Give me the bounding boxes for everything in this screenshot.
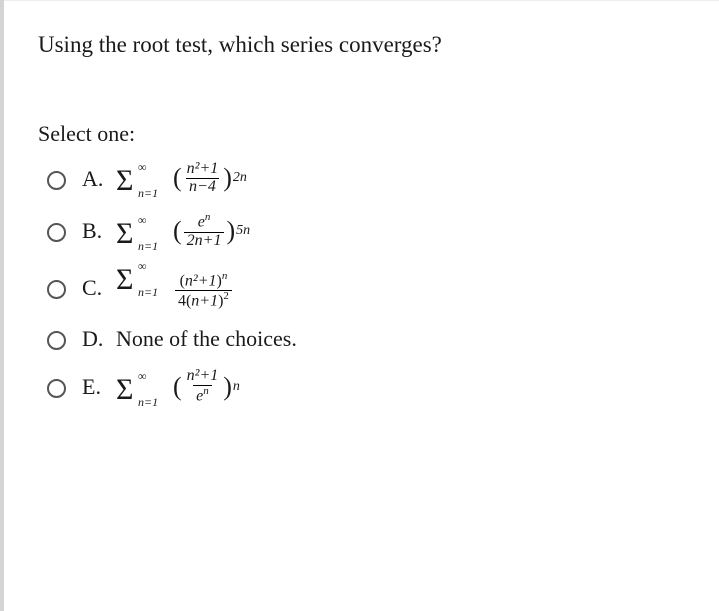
option-b-expression: Σ ∞ n=1 ( en 2n+1 ) 5n — [116, 212, 250, 249]
lparen: ( — [173, 374, 182, 400]
sigma-icon: Σ — [116, 265, 135, 295]
option-a-expression: Σ ∞ n=1 ( n²+1 n−4 ) 2n — [116, 161, 247, 196]
sigma-icon: Σ — [116, 166, 135, 196]
fraction: n²+1 en — [184, 368, 222, 405]
option-d[interactable]: D. None of the choices. — [42, 326, 685, 352]
sum-lower: n=1 — [138, 395, 158, 410]
rparen: ) — [223, 165, 232, 191]
exponent: n — [233, 379, 240, 395]
sigma-icon: Σ — [116, 219, 135, 249]
radio-b[interactable] — [47, 223, 66, 242]
sum-upper: ∞ — [138, 160, 147, 175]
option-b[interactable]: B. Σ ∞ n=1 ( en 2n+1 ) 5n — [42, 212, 685, 249]
option-a[interactable]: A. Σ ∞ n=1 ( n²+1 n−4 ) 2n — [42, 161, 685, 196]
option-c-letter: C. — [82, 275, 116, 301]
option-d-letter: D. — [82, 326, 116, 352]
answers-block: Select one: A. Σ ∞ n=1 ( n²+1 n−4 ) — [4, 121, 719, 441]
exponent: 5n — [236, 223, 250, 239]
option-d-text: None of the choices. — [116, 326, 297, 352]
exponent: 2n — [233, 170, 247, 186]
sum-lower: n=1 — [138, 186, 158, 201]
lparen: ( — [173, 165, 182, 191]
sum-lower: n=1 — [138, 285, 158, 300]
option-b-letter: B. — [82, 218, 116, 244]
fraction: en 2n+1 — [184, 212, 225, 249]
option-e-expression: Σ ∞ n=1 ( n²+1 en ) n — [116, 368, 240, 405]
sum-upper: ∞ — [138, 213, 147, 228]
sum-lower: n=1 — [138, 239, 158, 254]
sum-upper: ∞ — [138, 369, 147, 384]
fraction: n²+1 n−4 — [184, 161, 222, 196]
radio-d[interactable] — [47, 331, 66, 350]
option-e-letter: E. — [82, 374, 116, 400]
rparen: ) — [223, 374, 232, 400]
fraction: (n²+1)n 4(n+1)2 — [175, 271, 232, 310]
rparen: ) — [226, 218, 235, 244]
question-text: Using the root test, which series conver… — [4, 0, 719, 81]
radio-a[interactable] — [47, 171, 66, 190]
option-c[interactable]: C. Σ ∞ n=1 (n²+1)n 4(n+1)2 — [42, 265, 685, 310]
radio-c[interactable] — [47, 280, 66, 299]
sum-upper: ∞ — [138, 259, 147, 274]
quiz-page: Using the root test, which series conver… — [0, 0, 719, 611]
option-c-expression: Σ ∞ n=1 (n²+1)n 4(n+1)2 — [116, 265, 234, 310]
select-one-label: Select one: — [38, 121, 685, 147]
radio-e[interactable] — [47, 379, 66, 398]
option-e[interactable]: E. Σ ∞ n=1 ( n²+1 en ) n — [42, 368, 685, 405]
option-a-letter: A. — [82, 166, 116, 192]
sigma-icon: Σ — [116, 375, 135, 405]
lparen: ( — [173, 218, 182, 244]
